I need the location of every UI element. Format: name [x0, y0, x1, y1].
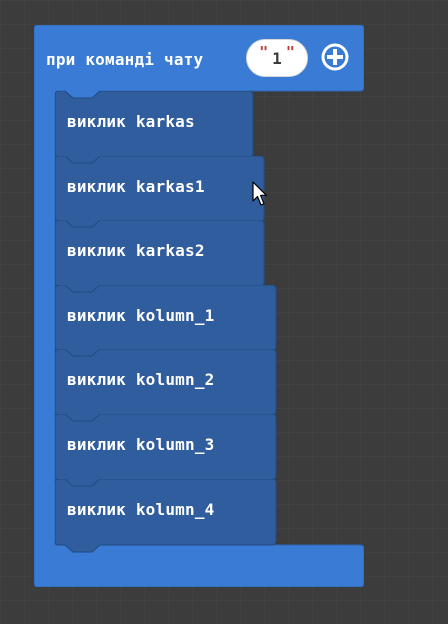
call-block-label: виклик kolumn_1 — [67, 306, 215, 325]
quote-open-icon: " — [259, 43, 269, 61]
chat-command-event-block[interactable]: при команді чату " 1 " виклик karkas викл… — [34, 25, 364, 587]
plus-circle-icon[interactable] — [320, 42, 350, 72]
call-block[interactable]: виклик karkas2 — [55, 220, 265, 294]
call-block[interactable]: виклик kolumn_1 — [55, 285, 277, 359]
call-block[interactable]: виклик kolumn_4 — [55, 479, 277, 553]
call-block[interactable]: виклик karkas — [55, 91, 254, 165]
quote-close-icon: " — [285, 43, 295, 61]
chat-command-input[interactable]: " 1 " — [246, 39, 308, 77]
code-workspace[interactable]: при команді чату " 1 " виклик karkas викл… — [0, 0, 448, 624]
call-block-label: виклик kolumn_4 — [67, 500, 215, 519]
chat-command-value[interactable]: 1 — [272, 49, 282, 68]
call-block-label: виклик kolumn_3 — [67, 435, 215, 454]
event-label: при команді чату — [46, 49, 204, 69]
mouse-cursor-icon — [252, 181, 268, 206]
call-block-label: виклик kolumn_2 — [67, 370, 215, 389]
call-block[interactable]: виклик kolumn_3 — [55, 414, 277, 488]
call-block[interactable]: виклик kolumn_2 — [55, 349, 277, 423]
call-block-label: виклик karkas2 — [67, 241, 205, 260]
call-block-label: виклик karkas1 — [67, 177, 205, 196]
call-block[interactable]: виклик karkas1 — [55, 156, 265, 230]
call-block-label: виклик karkas — [67, 112, 195, 131]
